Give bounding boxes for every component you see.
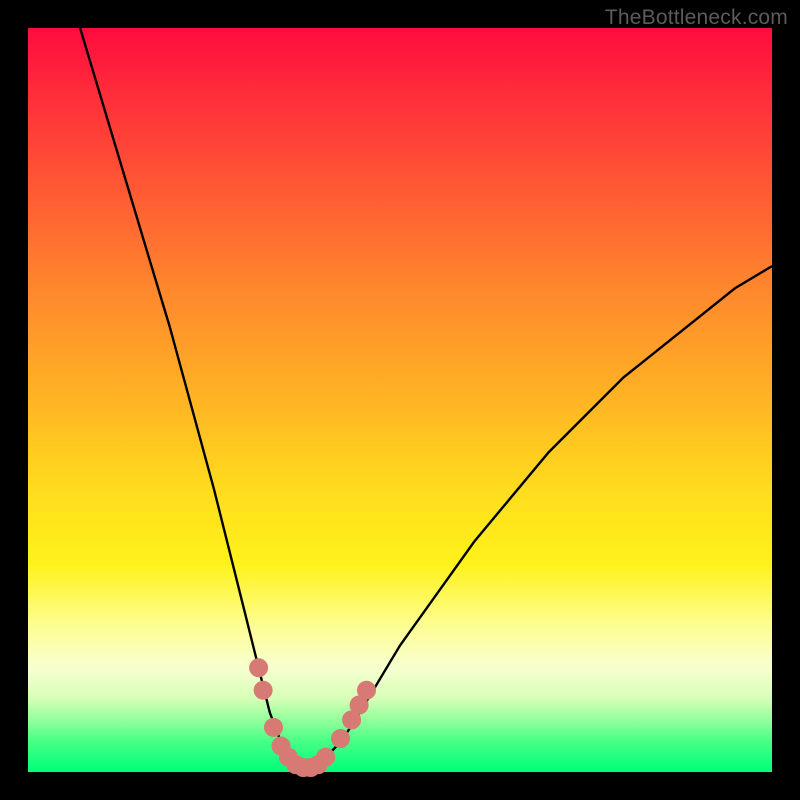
highlight-dot (265, 718, 283, 736)
curve-svg (28, 28, 772, 772)
highlight-dot (254, 681, 272, 699)
highlight-dot (317, 748, 335, 766)
highlight-dot (358, 681, 376, 699)
bottleneck-curve (80, 28, 772, 768)
highlight-dot (332, 730, 350, 748)
outer-frame: TheBottleneck.com (0, 0, 800, 800)
highlight-dot (250, 659, 268, 677)
highlight-dots (250, 659, 376, 777)
plot-area (28, 28, 772, 772)
watermark-text: TheBottleneck.com (605, 6, 788, 30)
